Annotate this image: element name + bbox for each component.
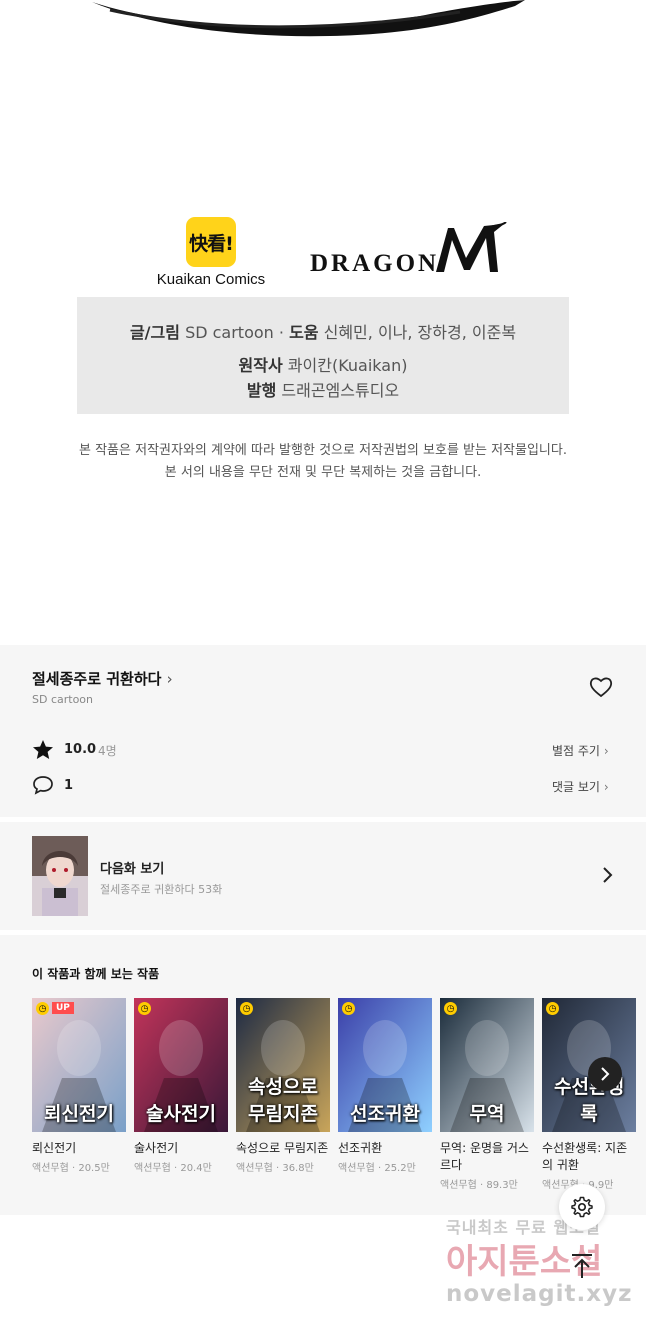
- next-episode-thumbnail: [32, 836, 88, 916]
- cover-title: 뢰신전기: [44, 1103, 114, 1125]
- view-comments-button[interactable]: 댓글 보기 ›: [552, 778, 609, 795]
- rating-count: 4명: [98, 744, 117, 758]
- comment-count: 1: [64, 778, 74, 793]
- chevron-right-icon: [603, 867, 613, 883]
- up-badge: UP: [52, 1002, 74, 1014]
- heart-icon[interactable]: [589, 676, 613, 698]
- related-work-meta: 액션무협 · 20.4만: [134, 1163, 212, 1174]
- related-work-meta: 액션무협 · 20.5만: [32, 1163, 110, 1174]
- related-work-title: 무역: 운명을 거스르다: [440, 1141, 529, 1172]
- comment-icon: [33, 776, 53, 795]
- cover-title: 선조귀환: [350, 1103, 420, 1125]
- star-icon: [33, 740, 53, 759]
- related-works-heading: 이 작품과 함께 보는 작품: [32, 967, 160, 981]
- work-author: SD cartoon: [32, 693, 94, 706]
- related-work-title: 수선환생록: 지존의 귀환: [542, 1141, 628, 1172]
- rate-button[interactable]: 별점 주기 ›: [552, 742, 609, 759]
- brush-stroke: [92, 0, 525, 37]
- related-work-card[interactable]: ◷수선환생록수선환생록: 지존의 귀환액션무협 · 9.9만: [542, 998, 636, 1191]
- related-work-card[interactable]: ◷ 선조귀환 선조귀환 액션무협 · 25.2만: [338, 998, 432, 1174]
- chevron-right-icon: [601, 1067, 610, 1081]
- related-work-meta: 액션무협 · 89.3만: [440, 1180, 518, 1191]
- clock-icon: ◷: [342, 1002, 355, 1015]
- clock-icon: ◷: [36, 1002, 49, 1015]
- clock-icon: ◷: [240, 1002, 253, 1015]
- cover-title: 무역: [469, 1103, 505, 1125]
- next-episode-card[interactable]: [0, 822, 646, 930]
- cover-title: 술사전기: [146, 1103, 216, 1125]
- next-episode-subtitle: 절세종주로 귀환하다 53화: [100, 883, 223, 896]
- clock-icon: ◷: [546, 1002, 559, 1015]
- clock-icon: ◷: [444, 1002, 457, 1015]
- cover-title: 속성으로 무림지존: [248, 1076, 318, 1125]
- related-work-cover: ◷ 무역: [440, 998, 534, 1132]
- gear-icon: [571, 1196, 593, 1218]
- credits-box: 글/그림 SD cartoon · 도움 신혜민, 이나, 장하경, 이준복 원…: [77, 297, 569, 414]
- clock-icon: ◷: [138, 1002, 151, 1015]
- watermark-url: novelagit.xyz: [446, 1281, 633, 1307]
- copyright-notice-line-2: 본 서의 내용을 무단 전재 및 무단 복제하는 것을 금합니다.: [164, 465, 482, 480]
- related-work-card[interactable]: ◷ 속성으로 무림지존 속성으로 무림지존 액션무협 · 36.8만: [236, 998, 330, 1174]
- related-work-title: 술사전기: [134, 1141, 179, 1155]
- related-work-cover: ◷ UP 뢰신전기: [32, 998, 126, 1132]
- credits-line-publisher: 발행 드래곤엠스튜디오: [246, 381, 400, 400]
- rating-score: 10.0: [64, 742, 97, 757]
- dragon-m-logo-mark: [436, 222, 507, 272]
- related-work-cover: ◷ 선조귀환: [338, 998, 432, 1132]
- related-work-card[interactable]: ◷ 무역무역: 운명을 거스르다액션무협 · 89.3만: [440, 998, 534, 1191]
- related-work-card[interactable]: ◷ UP 뢰신전기 뢰신전기 액션무협 · 20.5만: [32, 998, 126, 1174]
- related-work-cover: ◷ 술사전기: [134, 998, 228, 1132]
- related-work-title: 뢰신전기: [32, 1141, 77, 1155]
- next-episode-title: 다음화 보기: [100, 862, 165, 877]
- scroll-to-top-icon[interactable]: [570, 1253, 594, 1279]
- kuaikan-logo: 快看!: [186, 217, 236, 267]
- dragon-m-logo-text: DRAGON: [310, 250, 440, 277]
- related-work-cover: ◷ 속성으로 무림지존: [236, 998, 330, 1132]
- related-work-title: 선조귀환: [338, 1141, 383, 1155]
- settings-button[interactable]: [559, 1184, 605, 1230]
- credits-line-story: 글/그림 SD cartoon · 도움 신혜민, 이나, 장하경, 이준복: [129, 323, 517, 342]
- copyright-notice-line-1: 본 작품은 저작권자와의 계약에 따라 발행한 것으로 저작권법의 보호를 받는…: [79, 443, 567, 458]
- related-work-meta: 액션무협 · 25.2만: [338, 1163, 416, 1174]
- related-work-meta: 액션무협 · 36.8만: [236, 1163, 314, 1174]
- credits-line-original: 원작사 콰이칸(Kuaikan): [238, 356, 408, 375]
- kuaikan-name: Kuaikan Comics: [156, 271, 266, 288]
- scroll-right-button[interactable]: [588, 1057, 622, 1091]
- related-work-title: 속성으로 무림지존: [236, 1141, 329, 1155]
- work-title-link[interactable]: 절세종주로 귀환하다 ›: [32, 668, 173, 689]
- related-work-card[interactable]: ◷ 술사전기 술사전기 액션무협 · 20.4만: [134, 998, 228, 1174]
